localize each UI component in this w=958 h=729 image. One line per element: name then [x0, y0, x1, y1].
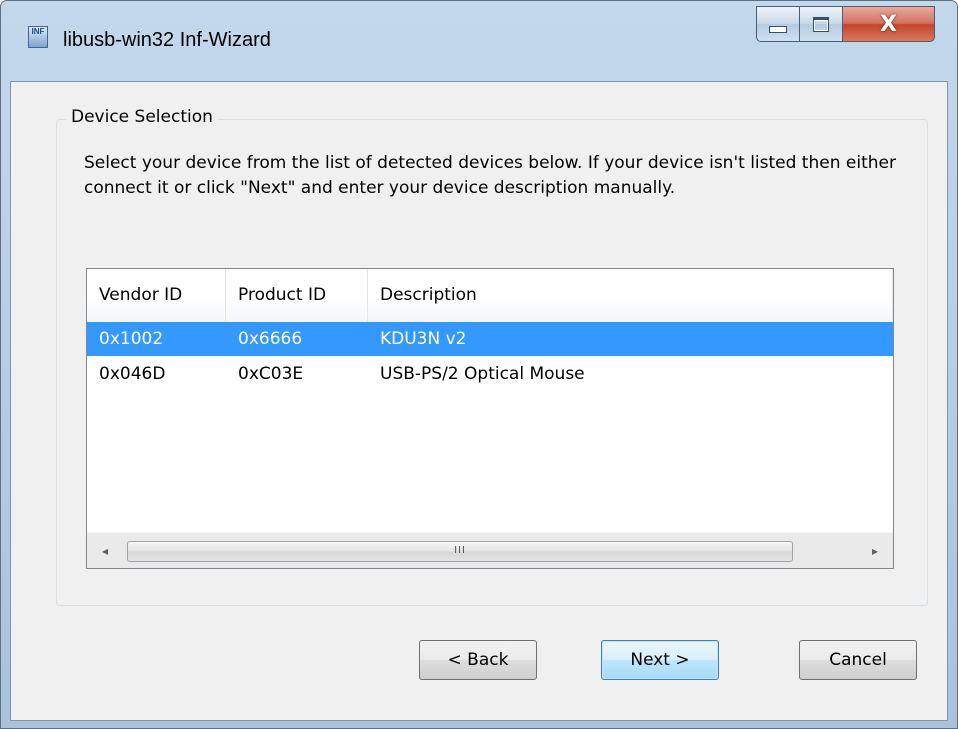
- close-icon: X: [880, 11, 897, 37]
- product-id-cell: 0x6666: [238, 329, 303, 349]
- vendor-id-cell: 0x1002: [99, 329, 164, 349]
- scrollbar-thumb[interactable]: III: [127, 541, 793, 562]
- group-legend: Device Selection: [66, 107, 218, 127]
- instructions-text: Select your device from the list of dete…: [84, 153, 896, 198]
- column-header-product-id[interactable]: Product ID: [226, 269, 368, 322]
- scroll-right-arrow-icon[interactable]: ▸: [857, 533, 893, 569]
- scroll-left-arrow-icon[interactable]: ◂: [87, 533, 123, 569]
- next-button[interactable]: Next >: [601, 640, 719, 680]
- horizontal-scrollbar[interactable]: ◂ III ▸: [87, 532, 893, 568]
- maximize-button[interactable]: [799, 6, 843, 42]
- device-list[interactable]: Vendor ID Product ID Description 0x1002 …: [86, 268, 894, 569]
- title-bar[interactable]: INF libusb-win32 Inf-Wizard X: [1, 1, 957, 81]
- column-header-vendor-id[interactable]: Vendor ID: [87, 269, 226, 322]
- wizard-window: INF libusb-win32 Inf-Wizard X Device Sel…: [0, 0, 958, 729]
- cancel-button[interactable]: Cancel: [799, 640, 917, 680]
- description-cell: USB-PS/2 Optical Mouse: [380, 364, 585, 384]
- vendor-id-cell: 0x046D: [99, 364, 166, 384]
- list-header: Vendor ID Product ID Description: [87, 269, 893, 323]
- table-row[interactable]: 0x046D 0xC03E USB-PS/2 Optical Mouse: [87, 357, 893, 391]
- minimize-button[interactable]: [756, 6, 800, 42]
- table-row-selected[interactable]: 0x1002 0x6666 KDU3N v2: [87, 322, 893, 356]
- inf-wizard-app-icon: INF: [28, 26, 48, 48]
- close-button[interactable]: X: [842, 6, 935, 42]
- back-button[interactable]: < Back: [419, 640, 537, 680]
- product-id-cell: 0xC03E: [238, 364, 304, 384]
- window-title: libusb-win32 Inf-Wizard: [63, 29, 271, 51]
- dialog-body: Device Selection Select your device from…: [10, 81, 948, 721]
- column-header-description[interactable]: Description: [368, 269, 893, 322]
- description-cell: KDU3N v2: [380, 329, 467, 349]
- maximize-icon: [813, 16, 829, 32]
- minimize-icon: [769, 25, 787, 33]
